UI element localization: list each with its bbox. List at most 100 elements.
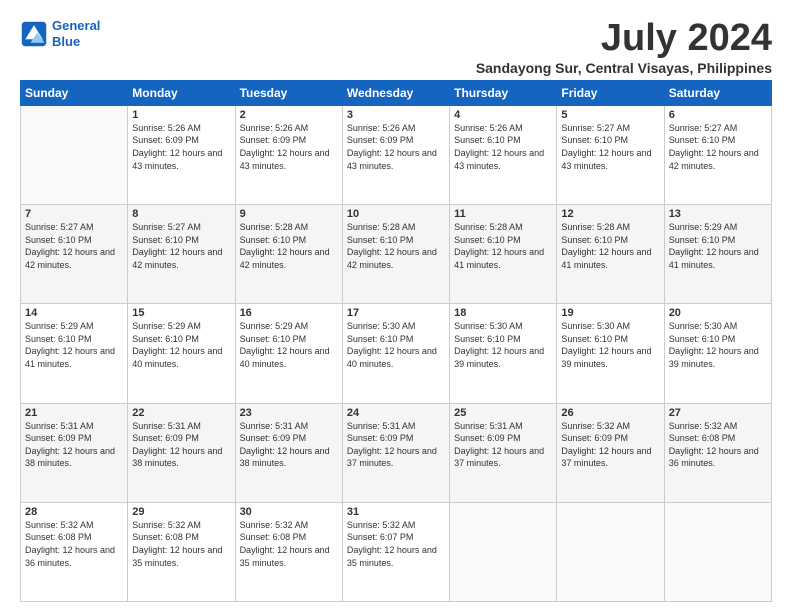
calendar-week-row: 1Sunrise: 5:26 AM Sunset: 6:09 PM Daylig… [21, 105, 772, 204]
table-row: 23Sunrise: 5:31 AM Sunset: 6:09 PM Dayli… [235, 403, 342, 502]
table-row: 2Sunrise: 5:26 AM Sunset: 6:09 PM Daylig… [235, 105, 342, 204]
day-info: Sunrise: 5:26 AM Sunset: 6:09 PM Dayligh… [132, 122, 230, 172]
calendar-week-row: 28Sunrise: 5:32 AM Sunset: 6:08 PM Dayli… [21, 502, 772, 601]
table-row: 27Sunrise: 5:32 AM Sunset: 6:08 PM Dayli… [664, 403, 771, 502]
table-row: 20Sunrise: 5:30 AM Sunset: 6:10 PM Dayli… [664, 304, 771, 403]
table-row: 31Sunrise: 5:32 AM Sunset: 6:07 PM Dayli… [342, 502, 449, 601]
day-number: 19 [561, 307, 659, 319]
table-row: 13Sunrise: 5:29 AM Sunset: 6:10 PM Dayli… [664, 205, 771, 304]
day-info: Sunrise: 5:31 AM Sunset: 6:09 PM Dayligh… [25, 420, 123, 470]
day-number: 10 [347, 208, 445, 220]
day-info: Sunrise: 5:26 AM Sunset: 6:09 PM Dayligh… [347, 122, 445, 172]
day-info: Sunrise: 5:32 AM Sunset: 6:09 PM Dayligh… [561, 420, 659, 470]
table-row: 11Sunrise: 5:28 AM Sunset: 6:10 PM Dayli… [450, 205, 557, 304]
day-number: 6 [669, 109, 767, 121]
day-number: 13 [669, 208, 767, 220]
header-wednesday: Wednesday [342, 80, 449, 105]
day-number: 3 [347, 109, 445, 121]
day-number: 20 [669, 307, 767, 319]
table-row: 4Sunrise: 5:26 AM Sunset: 6:10 PM Daylig… [450, 105, 557, 204]
day-info: Sunrise: 5:30 AM Sunset: 6:10 PM Dayligh… [561, 320, 659, 370]
day-info: Sunrise: 5:28 AM Sunset: 6:10 PM Dayligh… [347, 221, 445, 271]
title-block: July 2024 Sandayong Sur, Central Visayas… [476, 18, 772, 76]
table-row: 12Sunrise: 5:28 AM Sunset: 6:10 PM Dayli… [557, 205, 664, 304]
table-row [557, 502, 664, 601]
table-row [21, 105, 128, 204]
day-info: Sunrise: 5:26 AM Sunset: 6:09 PM Dayligh… [240, 122, 338, 172]
page: General Blue July 2024 Sandayong Sur, Ce… [0, 0, 792, 612]
table-row: 18Sunrise: 5:30 AM Sunset: 6:10 PM Dayli… [450, 304, 557, 403]
header-friday: Friday [557, 80, 664, 105]
table-row: 15Sunrise: 5:29 AM Sunset: 6:10 PM Dayli… [128, 304, 235, 403]
header-saturday: Saturday [664, 80, 771, 105]
table-row: 8Sunrise: 5:27 AM Sunset: 6:10 PM Daylig… [128, 205, 235, 304]
day-number: 29 [132, 506, 230, 518]
table-row: 30Sunrise: 5:32 AM Sunset: 6:08 PM Dayli… [235, 502, 342, 601]
header: General Blue July 2024 Sandayong Sur, Ce… [20, 18, 772, 76]
day-info: Sunrise: 5:28 AM Sunset: 6:10 PM Dayligh… [454, 221, 552, 271]
table-row: 25Sunrise: 5:31 AM Sunset: 6:09 PM Dayli… [450, 403, 557, 502]
day-number: 22 [132, 407, 230, 419]
table-row [450, 502, 557, 601]
logo-line2: Blue [52, 34, 80, 49]
day-number: 30 [240, 506, 338, 518]
calendar-week-row: 7Sunrise: 5:27 AM Sunset: 6:10 PM Daylig… [21, 205, 772, 304]
table-row: 14Sunrise: 5:29 AM Sunset: 6:10 PM Dayli… [21, 304, 128, 403]
day-info: Sunrise: 5:27 AM Sunset: 6:10 PM Dayligh… [561, 122, 659, 172]
day-number: 9 [240, 208, 338, 220]
table-row: 29Sunrise: 5:32 AM Sunset: 6:08 PM Dayli… [128, 502, 235, 601]
table-row: 3Sunrise: 5:26 AM Sunset: 6:09 PM Daylig… [342, 105, 449, 204]
day-info: Sunrise: 5:31 AM Sunset: 6:09 PM Dayligh… [240, 420, 338, 470]
table-row: 19Sunrise: 5:30 AM Sunset: 6:10 PM Dayli… [557, 304, 664, 403]
header-thursday: Thursday [450, 80, 557, 105]
header-tuesday: Tuesday [235, 80, 342, 105]
logo-icon [20, 20, 48, 48]
day-number: 5 [561, 109, 659, 121]
day-number: 23 [240, 407, 338, 419]
day-info: Sunrise: 5:26 AM Sunset: 6:10 PM Dayligh… [454, 122, 552, 172]
logo: General Blue [20, 18, 100, 49]
table-row: 5Sunrise: 5:27 AM Sunset: 6:10 PM Daylig… [557, 105, 664, 204]
table-row: 1Sunrise: 5:26 AM Sunset: 6:09 PM Daylig… [128, 105, 235, 204]
day-number: 15 [132, 307, 230, 319]
day-number: 25 [454, 407, 552, 419]
day-info: Sunrise: 5:31 AM Sunset: 6:09 PM Dayligh… [132, 420, 230, 470]
day-info: Sunrise: 5:27 AM Sunset: 6:10 PM Dayligh… [25, 221, 123, 271]
day-info: Sunrise: 5:30 AM Sunset: 6:10 PM Dayligh… [669, 320, 767, 370]
day-number: 4 [454, 109, 552, 121]
day-number: 21 [25, 407, 123, 419]
day-number: 11 [454, 208, 552, 220]
day-number: 27 [669, 407, 767, 419]
day-info: Sunrise: 5:27 AM Sunset: 6:10 PM Dayligh… [132, 221, 230, 271]
day-info: Sunrise: 5:28 AM Sunset: 6:10 PM Dayligh… [240, 221, 338, 271]
day-info: Sunrise: 5:29 AM Sunset: 6:10 PM Dayligh… [240, 320, 338, 370]
table-row [664, 502, 771, 601]
logo-text: General Blue [52, 18, 100, 49]
day-number: 12 [561, 208, 659, 220]
day-info: Sunrise: 5:32 AM Sunset: 6:08 PM Dayligh… [132, 519, 230, 569]
day-info: Sunrise: 5:32 AM Sunset: 6:08 PM Dayligh… [240, 519, 338, 569]
table-row: 22Sunrise: 5:31 AM Sunset: 6:09 PM Dayli… [128, 403, 235, 502]
day-number: 7 [25, 208, 123, 220]
day-number: 1 [132, 109, 230, 121]
day-info: Sunrise: 5:30 AM Sunset: 6:10 PM Dayligh… [454, 320, 552, 370]
logo-line1: General [52, 18, 100, 33]
day-number: 18 [454, 307, 552, 319]
calendar-week-row: 21Sunrise: 5:31 AM Sunset: 6:09 PM Dayli… [21, 403, 772, 502]
day-info: Sunrise: 5:31 AM Sunset: 6:09 PM Dayligh… [347, 420, 445, 470]
day-info: Sunrise: 5:29 AM Sunset: 6:10 PM Dayligh… [25, 320, 123, 370]
header-monday: Monday [128, 80, 235, 105]
table-row: 6Sunrise: 5:27 AM Sunset: 6:10 PM Daylig… [664, 105, 771, 204]
day-number: 26 [561, 407, 659, 419]
table-row: 7Sunrise: 5:27 AM Sunset: 6:10 PM Daylig… [21, 205, 128, 304]
day-info: Sunrise: 5:31 AM Sunset: 6:09 PM Dayligh… [454, 420, 552, 470]
calendar-week-row: 14Sunrise: 5:29 AM Sunset: 6:10 PM Dayli… [21, 304, 772, 403]
table-row: 26Sunrise: 5:32 AM Sunset: 6:09 PM Dayli… [557, 403, 664, 502]
day-number: 2 [240, 109, 338, 121]
table-row: 9Sunrise: 5:28 AM Sunset: 6:10 PM Daylig… [235, 205, 342, 304]
day-number: 8 [132, 208, 230, 220]
day-info: Sunrise: 5:30 AM Sunset: 6:10 PM Dayligh… [347, 320, 445, 370]
month-title: July 2024 [476, 18, 772, 60]
day-info: Sunrise: 5:32 AM Sunset: 6:08 PM Dayligh… [25, 519, 123, 569]
day-number: 24 [347, 407, 445, 419]
